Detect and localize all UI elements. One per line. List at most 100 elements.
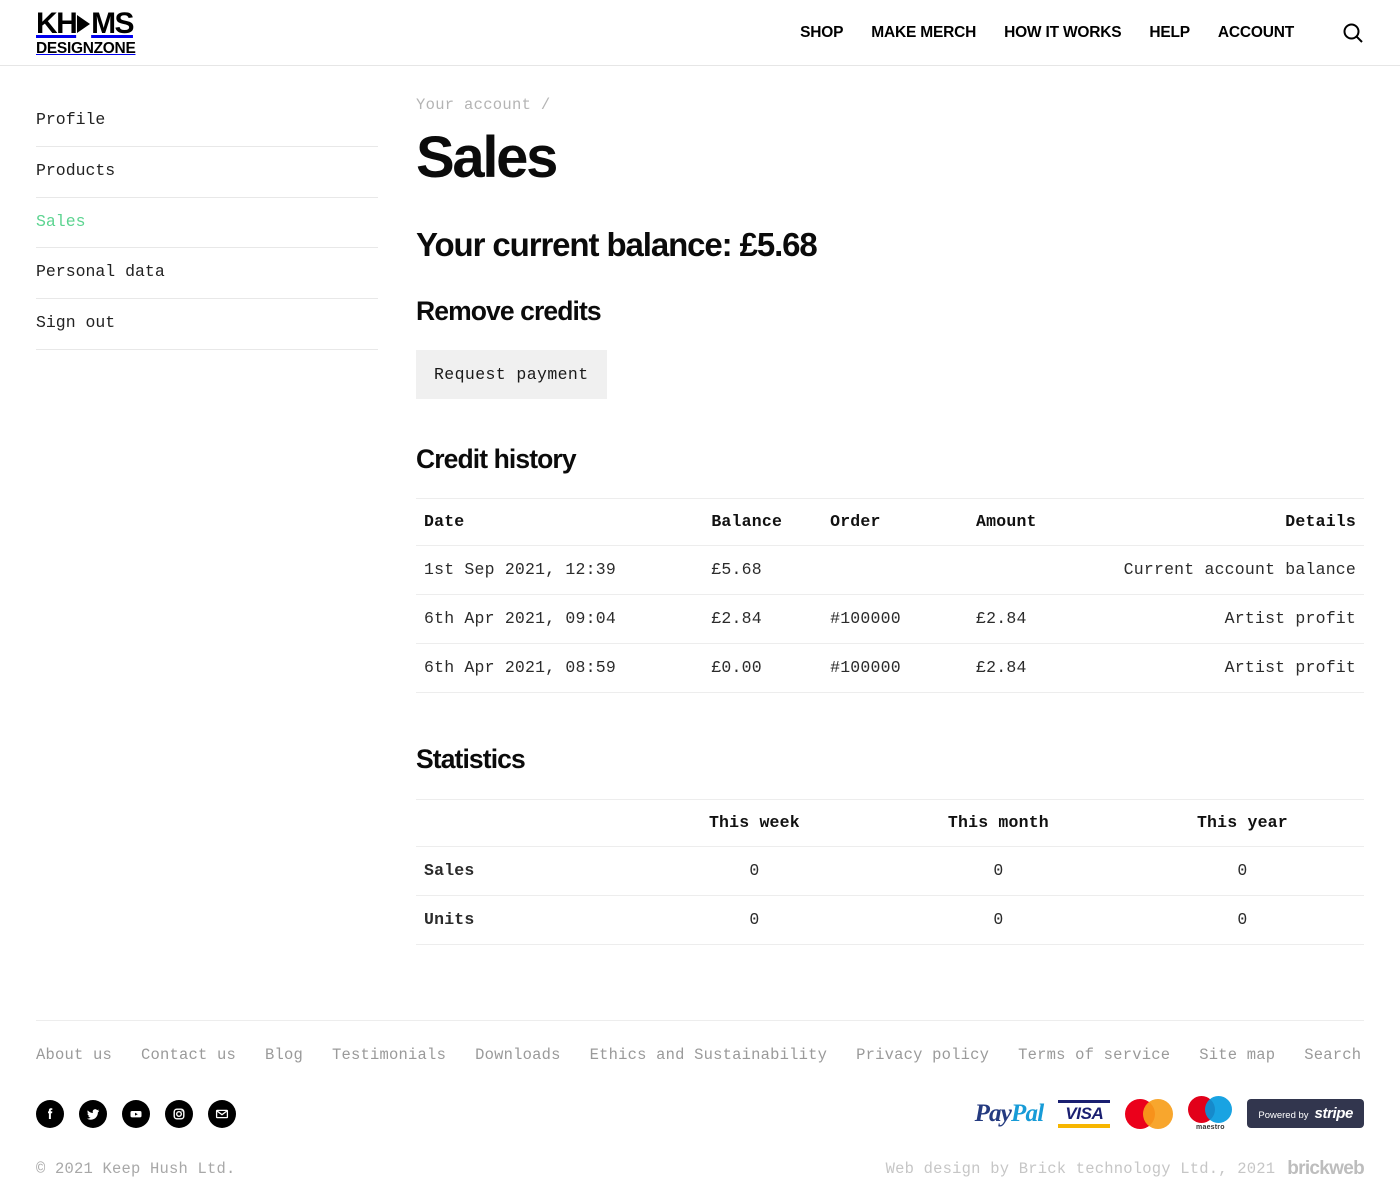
footer-link-about-us[interactable]: About us <box>36 1046 112 1064</box>
cell-date: 6th Apr 2021, 08:59 <box>416 644 703 693</box>
cell-details: Artist profit <box>1116 644 1364 693</box>
payment-methods: PayPal VISA maestro <box>975 1096 1364 1131</box>
cell-balance: £5.68 <box>703 546 822 595</box>
footer-link-list: About us Contact us Blog Testimonials Do… <box>36 1020 1364 1088</box>
cell-details: Current account balance <box>1116 546 1364 595</box>
nav-shop[interactable]: SHOP <box>800 24 843 42</box>
statistics-table: This week This month This year Sales 0 0… <box>416 799 1364 945</box>
footer-link-contact-us[interactable]: Contact us <box>141 1046 236 1064</box>
footer-link-privacy[interactable]: Privacy policy <box>856 1046 989 1064</box>
cell-balance: £0.00 <box>703 644 822 693</box>
stripe-powered-by-text: Powered by <box>1258 1110 1308 1121</box>
web-design-credit: Web design by Brick technology Ltd., 202… <box>886 1158 1364 1180</box>
cell-stat-label: Units <box>416 895 633 944</box>
search-icon <box>1342 22 1364 44</box>
sidebar-item-sales[interactable]: Sales <box>36 198 378 249</box>
nav-help[interactable]: HELP <box>1149 24 1190 42</box>
statistics-heading: Statistics <box>416 745 1364 774</box>
maestro-circle-blue <box>1205 1096 1232 1123</box>
cell-stat-label: Sales <box>416 846 633 895</box>
mastercard-logo <box>1125 1099 1173 1129</box>
credit-history-table: Date Balance Order Amount Details 1st Se… <box>416 498 1364 693</box>
cell-order <box>822 546 968 595</box>
footer-link-testimonials[interactable]: Testimonials <box>332 1046 446 1064</box>
cell-year: 0 <box>1121 895 1364 944</box>
brickweb-logo[interactable]: brickweb <box>1287 1158 1364 1180</box>
col-order: Order <box>822 499 968 546</box>
cell-balance: £2.84 <box>703 595 822 644</box>
logo-text-kh: KH <box>36 9 76 39</box>
visa-logo: VISA <box>1058 1100 1110 1128</box>
cell-month: 0 <box>876 846 1121 895</box>
youtube-glyph <box>128 1106 144 1122</box>
cell-week: 0 <box>633 846 876 895</box>
instagram-icon[interactable] <box>165 1100 193 1128</box>
mastercard-circle-orange <box>1143 1099 1173 1129</box>
col-this-week: This week <box>633 799 876 846</box>
stripe-logo: Powered by stripe <box>1247 1099 1364 1128</box>
maestro-text: maestro <box>1196 1124 1225 1131</box>
nav-how-it-works[interactable]: HOW IT WORKS <box>1004 24 1121 42</box>
credit-text: Web design by Brick technology Ltd., 202… <box>886 1160 1276 1178</box>
cell-amount: £2.84 <box>968 595 1116 644</box>
play-triangle-icon <box>77 15 90 33</box>
col-amount: Amount <box>968 499 1116 546</box>
footer-link-search[interactable]: Search <box>1304 1046 1361 1064</box>
cell-date: 6th Apr 2021, 09:04 <box>416 595 703 644</box>
twitter-glyph <box>85 1106 101 1122</box>
email-icon[interactable] <box>208 1100 236 1128</box>
breadcrumb[interactable]: Your account / <box>416 96 1364 114</box>
cell-details: Artist profit <box>1116 595 1364 644</box>
credit-history-body: 1st Sep 2021, 12:39 £5.68 Current accoun… <box>416 546 1364 693</box>
site-header: KH MS DESIGNZONE SHOP MAKE MERCH HOW IT … <box>0 0 1400 66</box>
nav-account[interactable]: ACCOUNT <box>1218 24 1294 42</box>
col-stat-label <box>416 799 633 846</box>
request-payment-button[interactable]: Request payment <box>416 350 607 399</box>
page-title: Sales <box>416 128 1364 189</box>
cell-amount: £2.84 <box>968 644 1116 693</box>
logo-wordmark: KH MS <box>36 9 135 39</box>
main-navigation: SHOP MAKE MERCH HOW IT WORKS HELP ACCOUN… <box>800 22 1364 44</box>
table-header-row: Date Balance Order Amount Details <box>416 499 1364 546</box>
paypal-text-pay: Pay <box>975 1100 1011 1127</box>
body-wrapper: Profile Products Sales Personal data Sig… <box>0 66 1400 945</box>
sidebar-item-products[interactable]: Products <box>36 147 378 198</box>
statistics-body: Sales 0 0 0 Units 0 0 0 <box>416 846 1364 944</box>
visa-text: VISA <box>1065 1103 1103 1124</box>
cell-date: 1st Sep 2021, 12:39 <box>416 546 703 595</box>
col-this-month: This month <box>876 799 1121 846</box>
social-links <box>36 1100 236 1128</box>
site-logo[interactable]: KH MS DESIGNZONE <box>36 9 135 57</box>
footer-link-ethics[interactable]: Ethics and Sustainability <box>590 1046 828 1064</box>
nav-make-merch[interactable]: MAKE MERCH <box>871 24 976 42</box>
twitter-icon[interactable] <box>79 1100 107 1128</box>
search-button[interactable] <box>1342 22 1364 44</box>
paypal-text-pal: Pal <box>1011 1100 1043 1127</box>
logo-subtext: DESIGNZONE <box>36 41 135 57</box>
col-date: Date <box>416 499 703 546</box>
footer-link-terms[interactable]: Terms of service <box>1018 1046 1170 1064</box>
footer-link-blog[interactable]: Blog <box>265 1046 303 1064</box>
credit-history-head: Date Balance Order Amount Details <box>416 499 1364 546</box>
stripe-text: stripe <box>1315 1105 1353 1122</box>
page-root: KH MS DESIGNZONE SHOP MAKE MERCH HOW IT … <box>0 0 1400 1200</box>
table-row: 6th Apr 2021, 09:04 £2.84 #100000 £2.84 … <box>416 595 1364 644</box>
sidebar-item-sign-out[interactable]: Sign out <box>36 299 378 350</box>
facebook-icon[interactable] <box>36 1100 64 1128</box>
footer-link-downloads[interactable]: Downloads <box>475 1046 561 1064</box>
sidebar-item-profile[interactable]: Profile <box>36 96 378 147</box>
account-sidebar: Profile Products Sales Personal data Sig… <box>36 66 378 945</box>
cell-order: #100000 <box>822 595 968 644</box>
footer-link-site-map[interactable]: Site map <box>1199 1046 1275 1064</box>
copyright-text: © 2021 Keep Hush Ltd. <box>36 1160 236 1178</box>
logo-text-ms: MS <box>91 9 133 39</box>
site-footer: About us Contact us Blog Testimonials Do… <box>0 1020 1400 1200</box>
credit-history-heading: Credit history <box>416 445 1364 474</box>
maestro-circles <box>1188 1096 1232 1123</box>
table-row: Sales 0 0 0 <box>416 846 1364 895</box>
table-row: Units 0 0 0 <box>416 895 1364 944</box>
visa-bar-bottom <box>1058 1124 1110 1128</box>
youtube-icon[interactable] <box>122 1100 150 1128</box>
sidebar-item-personal-data[interactable]: Personal data <box>36 248 378 299</box>
remove-credits-heading: Remove credits <box>416 297 1364 326</box>
